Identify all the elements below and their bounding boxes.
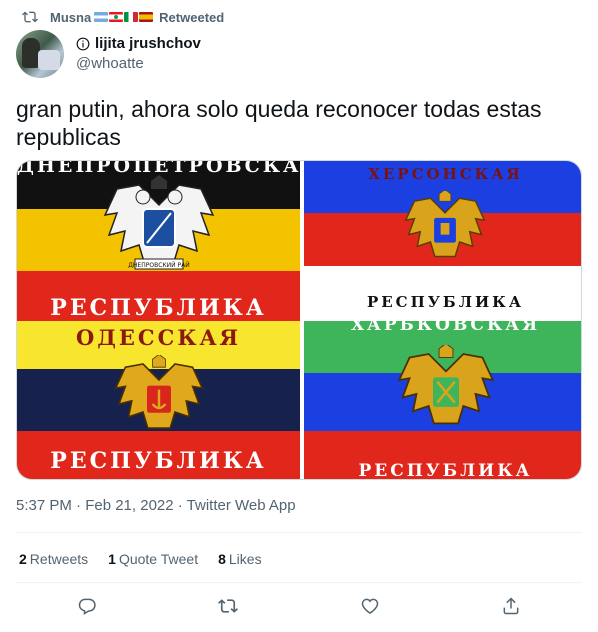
media-image-odessa-flag[interactable]: ОДЕССКАЯ РЕСПУБЛИКА bbox=[17, 321, 300, 479]
reply-icon[interactable] bbox=[77, 596, 97, 616]
like-icon[interactable] bbox=[360, 596, 380, 616]
double-headed-eagle-icon: ДНЕПРОВСКИЙ РАЙ bbox=[103, 175, 215, 270]
tweet-timestamp[interactable]: 5:37 PM · Feb 21, 2022 · Twitter Web App bbox=[16, 497, 296, 514]
display-name[interactable]: lijita jrushchov bbox=[95, 34, 201, 54]
quote-tweets-stat[interactable]: 1 Quote Tweet bbox=[108, 551, 198, 567]
media-image-dnepropetrovsk-flag[interactable]: ДНЕПРОПЕТРОВСКАЯ ДНЕПРОВСКИЙ РАЙ РЕСПУБЛ… bbox=[17, 161, 300, 321]
divider bbox=[16, 582, 582, 583]
flag-title: ХАРЬКОВСКАЯ bbox=[350, 321, 541, 335]
flag-subtitle: РЕСПУБЛИКА bbox=[358, 461, 533, 480]
flag-subtitle: РЕСПУБЛИКА bbox=[50, 448, 267, 474]
retweeter-name[interactable]: Musna bbox=[50, 10, 91, 25]
emblem-ribbon-text: ДНЕПРОВСКИЙ РАЙ bbox=[128, 262, 190, 269]
media-image-kharkov-flag[interactable]: ХАРЬКОВСКАЯ РЕСПУБЛИКА bbox=[304, 321, 581, 480]
tweet-actions bbox=[16, 596, 582, 616]
spain-flag-icon bbox=[139, 12, 154, 22]
share-icon[interactable] bbox=[501, 596, 521, 616]
retweet-icon[interactable] bbox=[218, 596, 239, 616]
retweets-stat[interactable]: 2 Retweets bbox=[19, 551, 88, 567]
retweet-bar: Musna Retweeted bbox=[22, 9, 224, 25]
tweet-text: gran putin, ahora solo queda reconocer t… bbox=[16, 96, 542, 150]
flag-title: ОДЕССКАЯ bbox=[75, 325, 242, 350]
tweet-author: lijita jrushchov @whoatte bbox=[16, 30, 201, 78]
lebanon-flag-icon bbox=[109, 12, 124, 22]
double-headed-eagle-icon bbox=[114, 355, 204, 429]
double-headed-eagle-icon bbox=[397, 345, 495, 425]
divider bbox=[16, 532, 582, 533]
media-image-kherson-flag[interactable]: ХЕРСОНСКАЯ РЕСПУБЛИКА bbox=[304, 161, 581, 321]
italy-flag-icon bbox=[124, 12, 139, 22]
user-handle[interactable]: @whoatte bbox=[76, 54, 201, 74]
likes-stat[interactable]: 8 Likes bbox=[218, 551, 261, 567]
retweeted-label: Retweeted bbox=[159, 9, 225, 25]
tweet-stats: 2 Retweets 1 Quote Tweet 8 Likes bbox=[19, 551, 262, 567]
info-icon bbox=[76, 37, 90, 51]
avatar[interactable] bbox=[16, 30, 64, 78]
tweet-media[interactable]: ДНЕПРОПЕТРОВСКАЯ ДНЕПРОВСКИЙ РАЙ РЕСПУБЛ… bbox=[16, 160, 582, 480]
argentina-flag-icon bbox=[94, 12, 109, 22]
flag-subtitle: РЕСПУБЛИКА bbox=[366, 293, 525, 311]
double-headed-eagle-icon bbox=[404, 191, 486, 258]
flag-subtitle: РЕСПУБЛИКА bbox=[50, 295, 267, 321]
flag-title: ХЕРСОНСКАЯ bbox=[368, 165, 523, 183]
retweet-icon bbox=[22, 11, 38, 23]
